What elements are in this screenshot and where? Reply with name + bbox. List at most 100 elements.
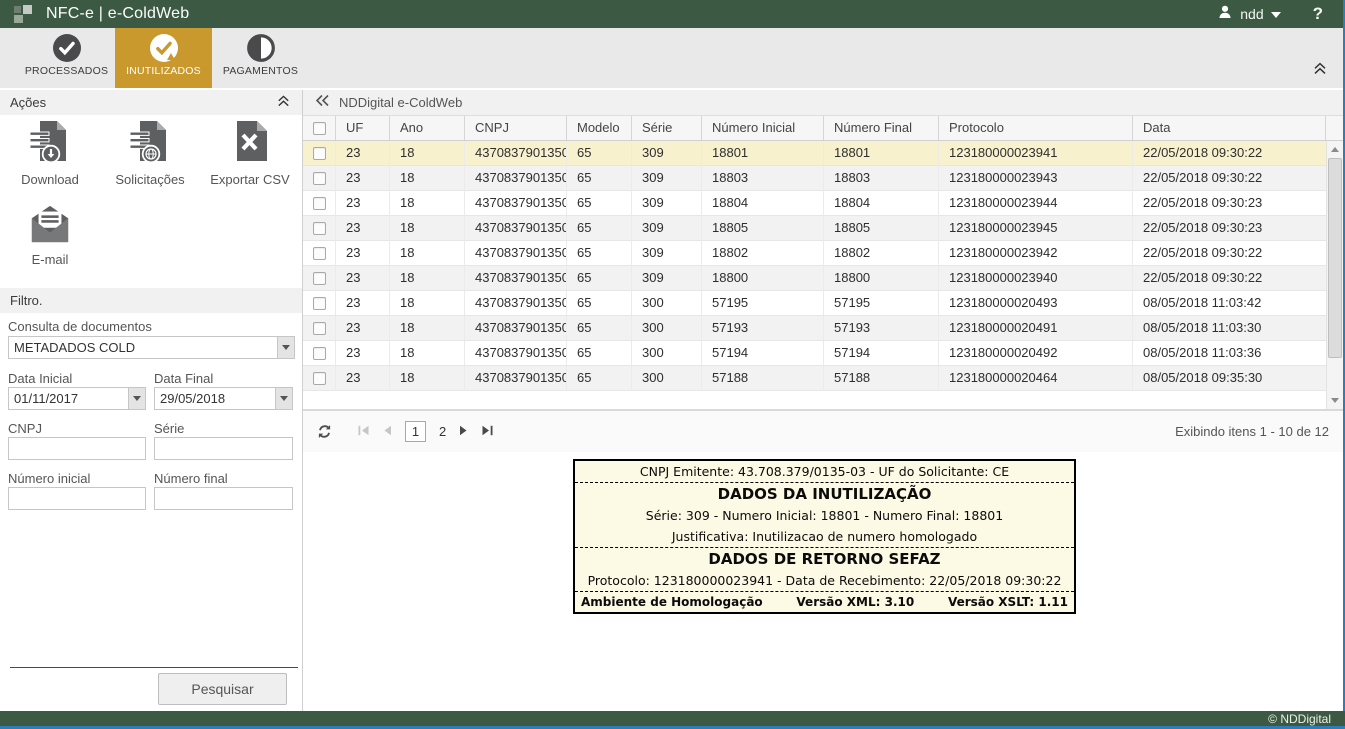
cell-data: 22/05/2018 09:30:23 (1133, 191, 1343, 216)
tab-inutilizados[interactable]: INUTILIZADOS (115, 28, 212, 88)
table-row[interactable]: 23 18 43708379013503 65 300 57193 57193 … (303, 316, 1343, 341)
cell-numero-inicial: 18805 (702, 216, 824, 241)
row-checkbox[interactable] (313, 197, 326, 210)
cell-protocolo: 123180000020493 (939, 291, 1133, 316)
ribbon-toolbar: PROCESSADOS INUTILIZADOS PAGAMENTOS (0, 28, 1345, 88)
sidebar: Ações Download (0, 90, 303, 711)
scrollbar-thumb[interactable] (1328, 158, 1342, 358)
cell-uf: 23 (336, 241, 390, 266)
page-2-link[interactable]: 2 (439, 424, 446, 439)
main-panel: NDDigital e-ColdWeb UF Ano CNPJ Modelo S… (303, 90, 1343, 711)
table-row[interactable]: 23 18 43708379013503 65 309 18804 18804 … (303, 191, 1343, 216)
first-page-button[interactable] (358, 423, 370, 441)
row-checkbox[interactable] (313, 222, 326, 235)
breadcrumb: NDDigital e-ColdWeb (339, 95, 462, 110)
column-header-modelo[interactable]: Modelo (567, 116, 632, 140)
row-checkbox[interactable] (313, 297, 326, 310)
doc-versao-xml: Versão XML: 3.10 (796, 595, 914, 609)
column-header-protocolo[interactable]: Protocolo (939, 116, 1133, 140)
filter-panel-header: Filtro. (0, 288, 302, 313)
numero-inicial-input[interactable] (8, 487, 146, 510)
select-all-checkbox[interactable] (313, 122, 326, 135)
cell-ano: 18 (390, 266, 465, 291)
table-body: 23 18 43708379013503 65 309 18801 18801 … (303, 141, 1343, 391)
row-checkbox[interactable] (313, 247, 326, 260)
warning-triangle-icon (167, 53, 175, 60)
column-header-ano[interactable]: Ano (390, 116, 465, 140)
email-button[interactable]: E-mail (0, 202, 100, 267)
column-header-cnpj[interactable]: CNPJ (465, 116, 567, 140)
last-page-button[interactable] (481, 423, 493, 441)
table-row[interactable]: 23 18 43708379013503 65 309 18801 18801 … (303, 141, 1343, 166)
scroll-down-arrow-icon[interactable] (1327, 392, 1343, 409)
dropdown-arrow-icon[interactable] (128, 388, 145, 409)
table-row[interactable]: 23 18 43708379013503 65 309 18803 18803 … (303, 166, 1343, 191)
serie-input[interactable] (154, 437, 293, 460)
toolbar-collapse-button[interactable] (1313, 62, 1327, 80)
cell-cnpj: 43708379013503 (465, 141, 567, 166)
refresh-button[interactable] (317, 424, 332, 439)
consulta-select[interactable] (8, 336, 295, 359)
cell-numero-inicial: 18801 (702, 141, 824, 166)
half-circle-contrast-icon (247, 34, 275, 62)
current-page-input[interactable]: 1 (405, 421, 426, 442)
cell-data: 08/05/2018 11:03:30 (1133, 316, 1343, 341)
row-checkbox[interactable] (313, 347, 326, 360)
vertical-scrollbar[interactable] (1326, 141, 1343, 409)
pesquisar-button[interactable]: Pesquisar (158, 673, 287, 705)
table-row[interactable]: 23 18 43708379013503 65 309 18805 18805 … (303, 216, 1343, 241)
cnpj-input[interactable] (8, 437, 146, 460)
cell-modelo: 65 (567, 341, 632, 366)
consulta-value[interactable] (9, 337, 294, 358)
solicitacoes-button[interactable]: Solicitações (100, 118, 200, 187)
collapse-sidebar-icon[interactable] (315, 94, 330, 112)
column-header-serie[interactable]: Série (632, 116, 702, 140)
dropdown-arrow-icon[interactable] (275, 388, 292, 409)
column-header-numero-inicial[interactable]: Número Inicial (702, 116, 824, 140)
row-checkbox[interactable] (313, 372, 326, 385)
exportar-csv-button[interactable]: Exportar CSV (200, 118, 300, 187)
panel-collapse-button[interactable] (277, 95, 290, 110)
column-header-uf[interactable]: UF (336, 116, 390, 140)
next-page-button[interactable] (459, 423, 468, 441)
check-circle-warning-icon (150, 34, 178, 62)
tab-pagamentos[interactable]: PAGAMENTOS (212, 28, 309, 88)
cell-numero-final: 57193 (824, 316, 939, 341)
cell-protocolo: 123180000020492 (939, 341, 1133, 366)
cell-cnpj: 43708379013503 (465, 341, 567, 366)
row-checkbox[interactable] (313, 172, 326, 185)
data-inicial-value[interactable] (9, 388, 145, 409)
cell-cnpj: 43708379013503 (465, 291, 567, 316)
table-row[interactable]: 23 18 43708379013503 65 300 57188 57188 … (303, 366, 1343, 391)
user-menu[interactable]: ndd (1217, 4, 1280, 25)
data-inicial-picker[interactable] (8, 387, 146, 410)
table-row[interactable]: 23 18 43708379013503 65 300 57195 57195 … (303, 291, 1343, 316)
row-checkbox[interactable] (313, 272, 326, 285)
cell-numero-inicial: 57194 (702, 341, 824, 366)
data-final-picker[interactable] (154, 387, 293, 410)
doc-ambiente: Ambiente de Homologação (581, 595, 763, 609)
document-globe-icon (127, 118, 173, 169)
column-header-data[interactable]: Data (1133, 116, 1326, 140)
table-row[interactable]: 23 18 43708379013503 65 300 57194 57194 … (303, 341, 1343, 366)
scroll-up-arrow-icon[interactable] (1327, 141, 1343, 158)
column-header-numero-final[interactable]: Número Final (824, 116, 939, 140)
tab-processados[interactable]: PROCESSADOS (18, 28, 115, 88)
table-row[interactable]: 23 18 43708379013503 65 309 18800 18800 … (303, 266, 1343, 291)
help-button[interactable]: ? (1313, 4, 1323, 24)
download-button[interactable]: Download (0, 118, 100, 187)
row-checkbox-cell (303, 266, 336, 291)
row-checkbox[interactable] (313, 147, 326, 160)
row-checkbox[interactable] (313, 322, 326, 335)
cell-serie: 309 (632, 141, 702, 166)
cell-uf: 23 (336, 266, 390, 291)
cell-modelo: 65 (567, 216, 632, 241)
table-row[interactable]: 23 18 43708379013503 65 309 18802 18802 … (303, 241, 1343, 266)
dropdown-arrow-icon[interactable] (277, 337, 294, 358)
cell-modelo: 65 (567, 241, 632, 266)
cell-modelo: 65 (567, 166, 632, 191)
previous-page-button[interactable] (383, 423, 392, 441)
cell-uf: 23 (336, 366, 390, 391)
data-final-value[interactable] (155, 388, 292, 409)
numero-final-input[interactable] (154, 487, 293, 510)
